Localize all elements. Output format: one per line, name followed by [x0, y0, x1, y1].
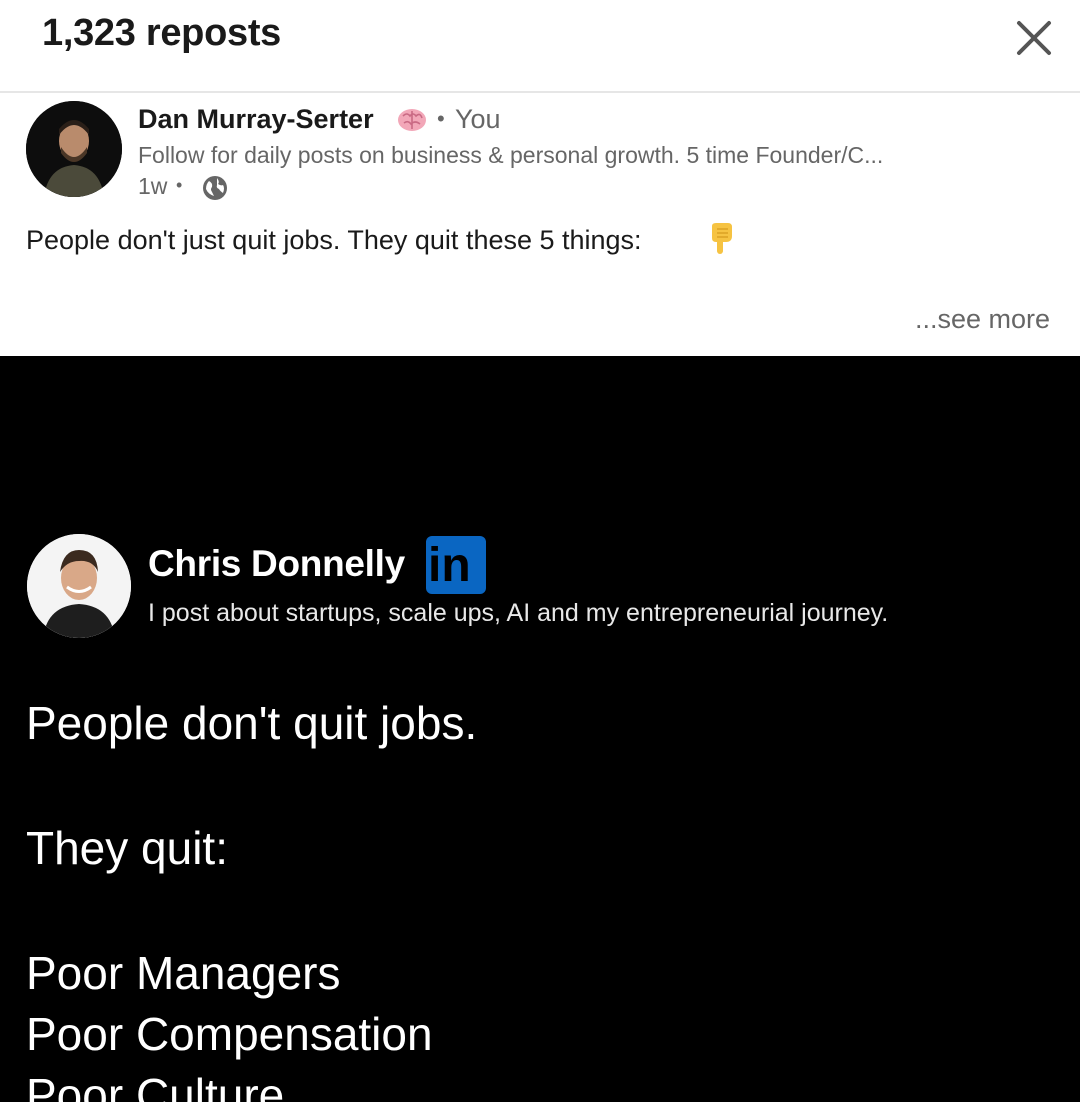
relation-label: You	[455, 104, 501, 134]
close-button[interactable]	[1008, 12, 1060, 64]
see-more-link[interactable]: ...see more	[915, 304, 1050, 335]
linkedin-badge: in	[426, 536, 486, 594]
post-text: People don't just quit jobs. They quit t…	[26, 225, 642, 255]
image-text-line: Poor Managers	[26, 947, 341, 999]
image-text-line: Poor Compensation	[26, 1008, 433, 1060]
globe-icon	[203, 176, 227, 200]
brain-icon	[398, 109, 426, 131]
author-avatar[interactable]	[26, 101, 122, 197]
author-name[interactable]: Dan Murray-Serter	[138, 104, 374, 135]
pointing-down-icon	[712, 223, 732, 254]
modal-header: 1,323 reposts	[0, 0, 1080, 93]
image-text-line: They quit:	[26, 822, 228, 874]
image-text-line: Poor Culture	[26, 1069, 285, 1102]
separator-dot: •	[437, 106, 445, 131]
linkedin-badge-text: in	[428, 539, 471, 592]
separator-dot: •	[176, 175, 183, 195]
post-image[interactable]: Chris Donnelly in I post about startups,…	[0, 356, 1080, 1102]
image-profile-name: Chris Donnelly	[148, 543, 405, 584]
close-icon	[1017, 21, 1051, 55]
image-profile-avatar	[27, 534, 131, 638]
image-tagline: I post about startups, scale ups, AI and…	[148, 599, 889, 627]
repost-item: Dan Murray-Serter • You Follow for daily…	[0, 94, 1080, 356]
author-headline: Follow for daily posts on business & per…	[138, 142, 884, 168]
post-timestamp: 1w	[138, 173, 168, 199]
image-text-line: People don't quit jobs.	[26, 697, 478, 749]
modal-title: 1,323 reposts	[42, 12, 282, 54]
